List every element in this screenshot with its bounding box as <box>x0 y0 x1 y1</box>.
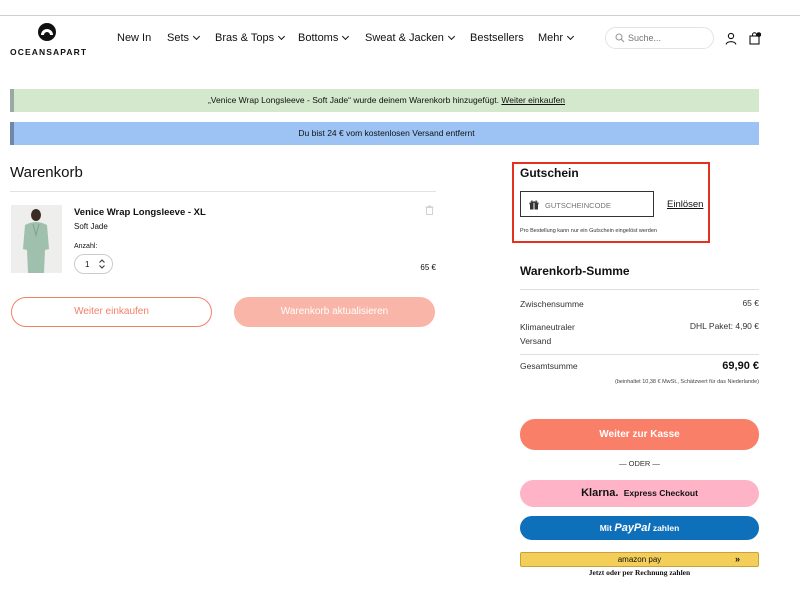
free-shipping-banner: Du bist 24 € vom kostenlosen Versand ent… <box>10 122 759 145</box>
cart-divider <box>10 191 436 192</box>
search-box[interactable] <box>605 27 714 49</box>
chevron-down-icon <box>447 32 455 41</box>
added-to-cart-banner: „Venice Wrap Longsleeve - Soft Jade“ wur… <box>10 89 759 112</box>
or-separator: — ODER — <box>619 459 660 468</box>
checkout-button[interactable]: Weiter zur Kasse <box>520 419 759 450</box>
klarna-express-button[interactable]: Klarna. Express Checkout <box>520 480 759 507</box>
quantity-label: Anzahl: <box>74 243 98 250</box>
coupon-field[interactable] <box>520 191 654 217</box>
amazon-pay-button[interactable]: amazon pay » <box>520 552 759 567</box>
paypal-suffix: zahlen <box>652 523 680 533</box>
stepper-arrows-icon[interactable] <box>98 258 106 270</box>
shipping-label: Klimaneutraler Versand <box>520 322 575 346</box>
quantity-stepper[interactable]: 1 <box>74 254 113 274</box>
nav-item-new-in[interactable]: New In <box>117 32 151 44</box>
brand-name: OCEANSAPART <box>10 47 88 57</box>
search-icon <box>615 33 625 43</box>
nav-item-bras-tops[interactable]: Bras & Tops <box>215 32 286 44</box>
amazon-pay-note: Jetzt oder per Rechnung zahlen <box>588 568 691 577</box>
klarna-label: Express Checkout <box>623 488 698 498</box>
paypal-logo: PayPal <box>614 522 651 534</box>
top-divider <box>0 15 800 16</box>
paypal-prefix: Mit <box>599 523 612 533</box>
product-name[interactable]: Venice Wrap Longsleeve - XL <box>74 207 206 218</box>
summary-divider <box>520 289 759 290</box>
added-to-cart-text: „Venice Wrap Longsleeve - Soft Jade“ wur… <box>207 95 500 105</box>
product-variant: Soft Jade <box>74 222 108 231</box>
subtotal-label: Zwischensumme <box>520 299 584 309</box>
nav-item-sweat-jacken[interactable]: Sweat & Jacken <box>365 32 455 44</box>
line-item-price: 65 € <box>420 263 436 272</box>
total-label: Gesamtsumme <box>520 361 578 371</box>
coupon-note: Pro Bestellung kann nur ein Gutschein ei… <box>520 228 657 234</box>
double-chevron-right-icon: » <box>734 554 740 564</box>
coupon-code-input[interactable] <box>545 199 645 211</box>
search-input[interactable] <box>628 31 708 45</box>
nav-item-mehr[interactable]: Mehr <box>538 32 575 44</box>
klarna-logo: Klarna. <box>581 487 619 499</box>
free-shipping-text: Du bist 24 € vom kostenlosen Versand ent… <box>298 128 475 138</box>
shipping-value: DHL Paket: 4,90 € <box>689 321 759 331</box>
cart-totals-title: Warenkorb-Summe <box>520 264 630 278</box>
quantity-value: 1 <box>85 260 90 269</box>
subtotal-value: 65 € <box>742 298 759 308</box>
brand-logo[interactable]: OCEANSAPART <box>10 22 88 58</box>
cart-title: Warenkorb <box>10 164 83 181</box>
nav-item-bestsellers[interactable]: Bestsellers <box>470 32 524 44</box>
product-photo-icon <box>11 205 62 273</box>
coupon-title: Gutschein <box>520 166 579 180</box>
user-account-icon[interactable] <box>725 32 737 45</box>
logo-mark-icon <box>38 23 56 41</box>
chevron-down-icon <box>342 32 350 41</box>
paypal-button[interactable]: Mit PayPal zahlen <box>520 516 759 540</box>
redeem-coupon-link[interactable]: Einlösen <box>667 199 703 210</box>
update-cart-button[interactable]: Warenkorb aktualisieren <box>234 297 435 327</box>
nav-item-bottoms[interactable]: Bottoms <box>298 32 350 44</box>
product-image[interactable] <box>11 205 62 273</box>
shopping-bag-icon[interactable] <box>749 32 761 45</box>
tax-note: (beinhaltet 10,38 € MwSt., Schätzwert fü… <box>615 379 759 385</box>
chevron-down-icon <box>192 32 201 41</box>
continue-shopping-button[interactable]: Weiter einkaufen <box>11 297 212 327</box>
chevron-down-icon <box>567 32 575 41</box>
gift-icon <box>529 200 539 210</box>
summary-divider <box>520 354 759 355</box>
total-value: 69,90 € <box>722 360 759 372</box>
trash-icon[interactable] <box>425 205 434 215</box>
continue-shopping-link[interactable]: Weiter einkaufen <box>501 95 565 105</box>
chevron-down-icon <box>278 32 286 41</box>
nav-item-sets[interactable]: Sets <box>167 32 201 44</box>
amazon-pay-logo: amazon pay <box>617 555 662 564</box>
